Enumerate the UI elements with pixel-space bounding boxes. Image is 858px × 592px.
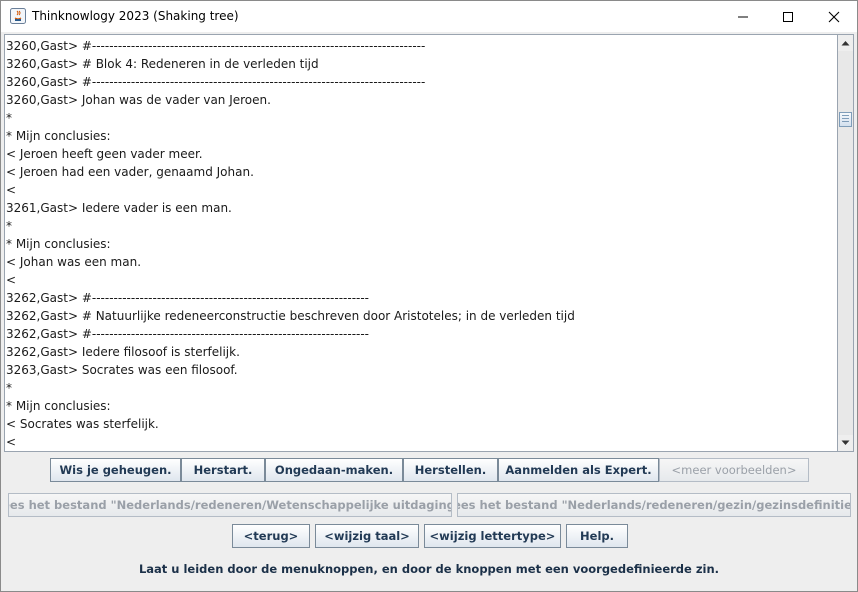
- output-line: 3263,Gast> Socrates was een filosoof.: [6, 363, 238, 377]
- output-line: * Mijn conclusies:: [6, 399, 111, 413]
- output-line: <: [6, 435, 17, 449]
- vertical-scrollbar[interactable]: [837, 34, 854, 452]
- close-button[interactable]: [811, 1, 857, 32]
- java-app-icon: [10, 8, 26, 24]
- application-window: Thinknowlogy 2023 (Shaking tree) 3260,Ga…: [0, 0, 858, 592]
- output-line: 3260,Gast> #----------------------------…: [6, 75, 426, 89]
- scroll-down-button[interactable]: [838, 435, 853, 451]
- window-title: Thinknowlogy 2023 (Shaking tree): [32, 9, 239, 23]
- output-line: <: [6, 273, 17, 287]
- title-bar: Thinknowlogy 2023 (Shaking tree): [1, 1, 857, 32]
- more-examples-button[interactable]: <meer voorbeelden>: [659, 458, 809, 482]
- output-line: * Mijn conclusies:: [6, 237, 111, 251]
- output-line: 3262,Gast> #----------------------------…: [6, 291, 370, 305]
- help-button[interactable]: Help.: [566, 524, 628, 548]
- output-line: 3262,Gast> Iedere filosoof is sterfelijk…: [6, 345, 240, 359]
- minimize-icon: [738, 16, 748, 17]
- output-line: * Mijn conclusies:: [6, 129, 111, 143]
- scroll-down-arrow-icon: [841, 440, 850, 445]
- scroll-thumb[interactable]: [839, 112, 852, 127]
- output-line: *: [6, 219, 12, 233]
- clear-memory-button[interactable]: Wis je geheugen.: [50, 458, 181, 482]
- minimize-button[interactable]: [720, 1, 766, 32]
- output-lines: 3260,Gast> #----------------------------…: [6, 37, 575, 451]
- scroll-up-arrow-icon: [841, 41, 850, 46]
- output-line: 3260,Gast> Johan was de vader van Jeroen…: [6, 93, 271, 107]
- output-line: *: [6, 111, 12, 125]
- maximize-button[interactable]: [765, 1, 811, 32]
- restart-button[interactable]: Herstart.: [181, 458, 265, 482]
- output-line: < Socrates was sterfelijk.: [6, 417, 159, 431]
- read-file-family-definition-button[interactable]: Lees het bestand "Nederlands/redeneren/g…: [457, 493, 851, 517]
- output-line: 3262,Gast> #----------------------------…: [6, 327, 370, 341]
- output-line: < Johan was een man.: [6, 255, 142, 269]
- output-line: <: [6, 183, 17, 197]
- scroll-up-button[interactable]: [838, 35, 853, 51]
- output-line: 3262,Gast> # Natuurlijke redeneerconstru…: [6, 309, 575, 323]
- output-line: < Jeroen heeft geen vader meer.: [6, 147, 203, 161]
- back-button[interactable]: <terug>: [232, 524, 310, 548]
- login-expert-button[interactable]: Aanmelden als Expert.: [498, 458, 659, 482]
- maximize-icon: [783, 11, 793, 22]
- undo-button[interactable]: Ongedaan-maken.: [265, 458, 403, 482]
- output-line: 3260,Gast> #----------------------------…: [6, 39, 426, 53]
- close-icon: [828, 11, 840, 22]
- output-line: *: [6, 381, 12, 395]
- change-language-button[interactable]: <wijzig taal>: [315, 524, 419, 548]
- output-line: 3261,Gast> Iedere vader is een man.: [6, 201, 232, 215]
- read-file-scientific-challenge-button[interactable]: Lees het bestand "Nederlands/redeneren/W…: [8, 493, 452, 517]
- redo-button[interactable]: Herstellen.: [403, 458, 498, 482]
- change-font-button[interactable]: <wijzig lettertype>: [424, 524, 561, 548]
- output-line: < Jeroen had een vader, genaamd Johan.: [6, 165, 254, 179]
- output-text-area[interactable]: 3260,Gast> #----------------------------…: [4, 34, 838, 452]
- status-message: Laat u leiden door de menuknoppen, en do…: [138, 562, 720, 576]
- output-line: 3260,Gast> # Blok 4: Redeneren in de ver…: [6, 57, 319, 71]
